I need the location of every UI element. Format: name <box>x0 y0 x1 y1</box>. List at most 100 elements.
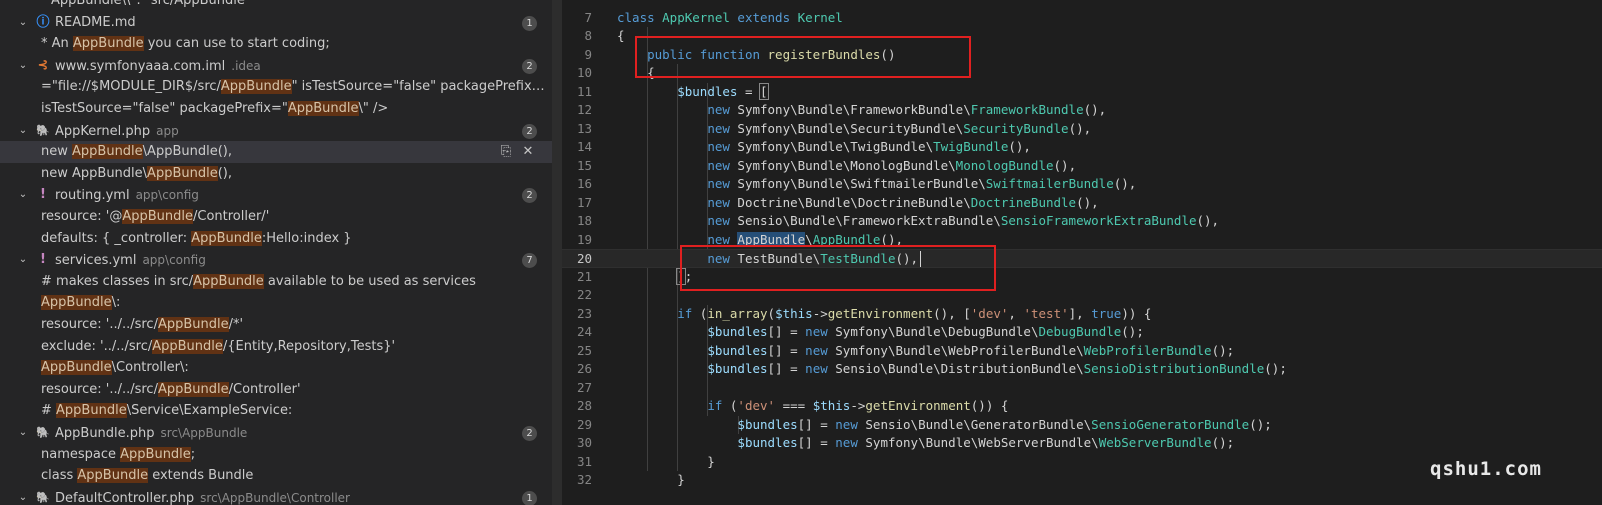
match-highlight: AppBundle <box>220 79 292 95</box>
replace-icon[interactable]: ⎘ <box>498 141 514 163</box>
file-row[interactable]: ⌄ 🐘 AppKernel.php app 2 <box>0 120 552 142</box>
code-line[interactable]: 28 if ('dev' === $this->getEnvironment()… <box>562 397 1602 416</box>
code-token: if <box>677 305 700 321</box>
code-token: Kernel <box>797 9 843 25</box>
code-line[interactable]: 27 <box>562 379 1602 398</box>
match-line[interactable]: isTestSource="false" packagePrefix="AppB… <box>0 98 552 120</box>
match-line[interactable]: new AppBundle\AppBundle(), <box>0 163 552 185</box>
code-token: -> <box>812 305 828 321</box>
code-text: new Symfony\Bundle\MonologBundle\Monolog… <box>617 157 1076 176</box>
line-number: 8 <box>584 28 592 43</box>
match-highlight: AppBundle <box>41 360 112 376</box>
match-line[interactable]: * An AppBundle you can use to start codi… <box>0 33 552 55</box>
match-line[interactable]: # makes classes in src/AppBundle availab… <box>0 271 552 293</box>
match-highlight: AppBundle <box>41 295 112 311</box>
code-line[interactable]: 14 new Symfony\Bundle\TwigBundle\TwigBun… <box>562 138 1602 157</box>
file-row[interactable]: ⌄! routing.yml app\config 2 <box>0 184 552 206</box>
code-token: (); <box>1264 361 1287 376</box>
match-prefix: new <box>41 144 73 160</box>
code-token: new <box>805 324 836 339</box>
file-row[interactable]: ⌄! services.yml app\config 7 <box>0 249 552 271</box>
chevron-down-icon[interactable]: ⌄ <box>17 184 29 206</box>
close-icon[interactable]: ✕ <box>520 141 536 163</box>
match-line[interactable]: new AppBundle\AppBundle(), ⎘ ✕ <box>0 141 552 164</box>
line-number: 28 <box>576 398 592 413</box>
code-line[interactable]: 30 $bundles[] = new Symfony\Bundle\WebSe… <box>562 434 1602 453</box>
match-suffix: \AppBundle(), <box>142 144 232 160</box>
match-prefix: * An <box>41 36 73 52</box>
match-text: defaults: { _controller: AppBundle:Hello… <box>41 228 551 250</box>
file-row[interactable]: ⌄ ⓘ README.md 1 <box>0 12 552 34</box>
match-text: # AppBundle\Service\ExampleService: <box>41 400 551 422</box>
file-name: routing.yml app\config <box>55 184 199 206</box>
chevron-down-icon[interactable]: ⌄ <box>17 249 29 271</box>
code-line[interactable]: 12 new Symfony\Bundle\FrameworkBundle\Fr… <box>562 101 1602 120</box>
code-text: $bundles[] = new Symfony\Bundle\DebugBun… <box>617 323 1144 342</box>
match-line[interactable]: # AppBundle\Service\ExampleService: <box>0 400 552 422</box>
code-line[interactable]: 13 new Symfony\Bundle\SecurityBundle\Sec… <box>562 120 1602 139</box>
match-suffix: /Controller/' <box>192 209 270 224</box>
code-line[interactable]: 17 new Doctrine\Bundle\DoctrineBundle\Do… <box>562 194 1602 213</box>
code-line[interactable]: 29 $bundles[] = new Sensio\Bundle\Genera… <box>562 416 1602 435</box>
match-line[interactable]: resource: '@AppBundle/Controller/' <box>0 206 552 228</box>
code-line[interactable]: 24 $bundles[] = new Symfony\Bundle\Debug… <box>562 323 1602 342</box>
code-line[interactable]: 16 new Symfony\Bundle\SwiftmailerBundle\… <box>562 175 1602 194</box>
match-line[interactable]: ="file://$MODULE_DIR$/src/AppBundle" isT… <box>0 76 552 98</box>
chevron-down-icon[interactable]: ⌄ <box>17 12 29 34</box>
code-line[interactable]: 18 new Sensio\Bundle\FrameworkExtraBundl… <box>562 212 1602 231</box>
code-token: $bundles <box>677 83 738 99</box>
match-line[interactable]: resource: '../../src/AppBundle/*' <box>0 314 552 336</box>
match-text: exclude: '../../src/AppBundle/{Entity,Re… <box>41 336 551 358</box>
file-name: AppKernel.php app <box>55 120 179 142</box>
code-text: $bundles[] = new Sensio\Bundle\Generator… <box>617 416 1271 435</box>
code-token: new <box>707 194 738 210</box>
match-suffix: " isTestSource="false" packagePrefix="Ap… <box>291 79 551 95</box>
code-token: WebServerBundle <box>1098 435 1212 450</box>
code-token: in_array <box>707 305 768 321</box>
code-token: true <box>1091 305 1122 321</box>
code-token: new <box>835 435 866 450</box>
file-row[interactable]: ⌄ 🐘 DefaultController.php src\AppBundle\Con… <box>0 487 552 505</box>
code-token: ( <box>767 305 776 321</box>
code-line[interactable]: 23 if (in_array($this->getEnvironment(),… <box>562 305 1602 324</box>
match-line[interactable]: AppBundle\: <box>0 292 552 314</box>
code-line[interactable]: 7 class AppKernel extends Kernel <box>562 9 1602 28</box>
code-line[interactable]: 26 $bundles[] = new Sensio\Bundle\Distri… <box>562 360 1602 379</box>
code-editor[interactable]: 7 class AppKernel extends Kernel 8{9 publi… <box>562 0 1602 505</box>
code-line[interactable]: 25 $bundles[] = new Symfony\Bundle\WebPr… <box>562 342 1602 361</box>
chevron-down-icon[interactable]: ⌄ <box>17 120 29 142</box>
chevron-down-icon[interactable]: ⌄ <box>17 487 29 505</box>
match-line[interactable]: namespace AppBundle; <box>0 444 552 466</box>
file-row[interactable]: ⌄ ⊰ www.symfonyaaa.com.iml .idea 2 <box>0 55 552 77</box>
match-line[interactable]: resource: '../../src/AppBundle/Controlle… <box>0 379 552 401</box>
match-line[interactable]: defaults: { _controller: AppBundle:Hello… <box>0 228 552 250</box>
line-number: 16 <box>576 176 592 191</box>
code-text: if (in_array($this->getEnvironment(), ['… <box>617 305 1151 324</box>
sidebar-scrollbar[interactable] <box>552 0 562 505</box>
code-token: Symfony\Bundle\TwigBundle\ <box>737 139 934 154</box>
match-line[interactable]: AppBundle\Controller\: <box>0 357 552 379</box>
file-row[interactable]: ⌄ 🐘 AppBundle.php src\AppBundle 2 <box>0 422 552 444</box>
chevron-down-icon[interactable]: ⌄ <box>17 55 29 77</box>
line-number: 22 <box>576 287 592 302</box>
code-token: new <box>707 176 738 191</box>
chevron-down-icon[interactable]: ⌄ <box>17 422 29 444</box>
code-line[interactable]: 11 $bundles = [ <box>562 82 1602 102</box>
match-highlight: AppBundle <box>72 36 144 52</box>
match-line[interactable]: exclude: '../../src/AppBundle/{Entity,Re… <box>0 336 552 358</box>
line-number: 23 <box>576 305 592 321</box>
code-token: { <box>617 28 625 43</box>
file-name-text: AppKernel.php <box>55 123 151 139</box>
match-line[interactable]: "AppBundle\\": "src/AppBundle <box>0 0 552 12</box>
code-token: getEnvironment <box>865 398 971 413</box>
match-prefix: # makes classes in src/ <box>41 273 194 289</box>
match-line[interactable]: class AppBundle extends Bundle <box>0 465 552 487</box>
code-token: FrameworkBundle <box>970 102 1084 117</box>
line-number: 10 <box>576 65 592 80</box>
code-line[interactable]: 15 new Symfony\Bundle\MonologBundle\Mono… <box>562 157 1602 176</box>
yaml-icon: ! <box>40 187 46 203</box>
